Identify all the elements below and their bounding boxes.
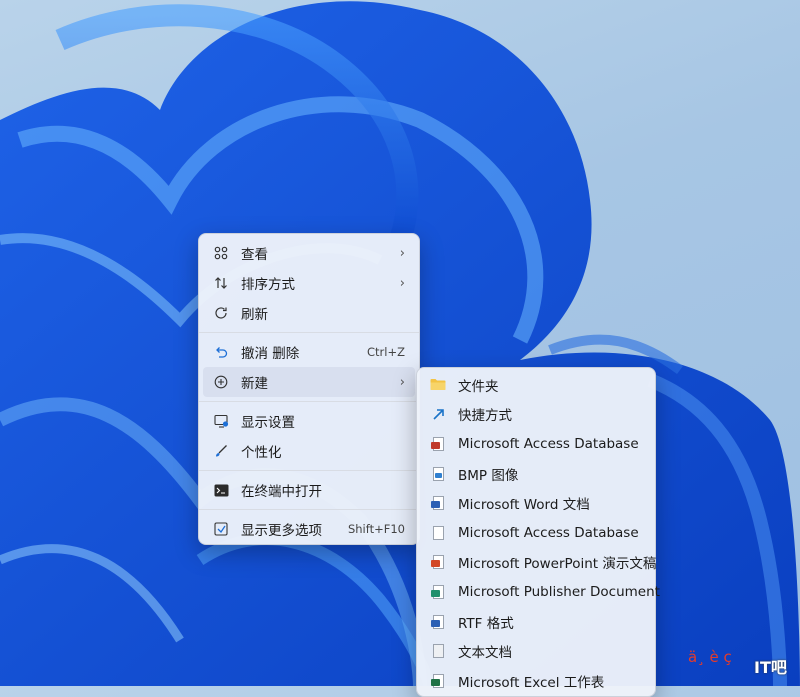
publisher-file-icon	[430, 584, 446, 600]
submenu-item-label: Microsoft Publisher Document	[458, 583, 660, 600]
submenu-item-label: Microsoft Access Database	[458, 435, 639, 452]
menu-item-view[interactable]: 查看 ›	[203, 238, 415, 268]
powerpoint-file-icon	[430, 554, 446, 570]
submenu-item-label: 文件夹	[458, 378, 499, 395]
desktop-context-menu: 查看 › 排序方式 › 刷新 撤消 删除 Ctrl+Z 新建 › 显示设置 个性…	[198, 233, 420, 545]
chevron-right-icon: ›	[399, 374, 405, 390]
submenu-item-word-document[interactable]: Microsoft Word 文档	[421, 488, 651, 518]
menu-separator	[199, 401, 419, 402]
submenu-item-label: Microsoft Word 文档	[458, 497, 590, 514]
menu-item-label: 刷新	[241, 307, 268, 323]
view-grid-icon	[212, 244, 230, 262]
menu-item-label: 在终端中打开	[241, 484, 322, 500]
menu-item-label: 排序方式	[241, 277, 295, 293]
menu-item-label: 查看	[241, 247, 268, 263]
menu-separator	[199, 470, 419, 471]
folder-icon	[430, 377, 446, 393]
submenu-item-access-database-2[interactable]: Microsoft Access Database	[421, 518, 651, 548]
menu-item-show-more-options[interactable]: 显示更多选项 Shift+F10	[203, 514, 415, 544]
submenu-item-label: Microsoft Access Database	[458, 524, 639, 541]
submenu-item-excel[interactable]: Microsoft Excel 工作表	[421, 666, 651, 696]
submenu-item-access-database[interactable]: Microsoft Access Database	[421, 429, 651, 459]
menu-item-open-in-terminal[interactable]: 在终端中打开	[203, 475, 415, 505]
rtf-file-icon	[430, 614, 446, 630]
new-submenu: 文件夹 快捷方式 Microsoft Access Database BMP 图…	[416, 367, 660, 697]
submenu-item-label: Microsoft Excel 工作表	[458, 674, 605, 691]
new-plus-icon	[212, 373, 230, 391]
blank-file-icon	[430, 525, 446, 541]
menu-separator	[199, 332, 419, 333]
more-options-icon	[212, 520, 230, 538]
submenu-item-text-document[interactable]: 文本文档	[421, 636, 651, 666]
chevron-right-icon: ›	[399, 275, 405, 291]
submenu-item-label: 文本文档	[458, 645, 512, 662]
submenu-item-label: Microsoft PowerPoint 演示文稿	[458, 556, 657, 573]
watermark-logo: IT吧	[754, 658, 787, 677]
text-file-icon	[430, 643, 446, 659]
menu-item-display-settings[interactable]: 显示设置	[203, 406, 415, 436]
menu-item-refresh[interactable]: 刷新	[203, 298, 415, 328]
shortcut-text: Shift+F10	[347, 522, 405, 536]
menu-item-label: 显示更多选项	[241, 523, 322, 539]
menu-item-undo-delete[interactable]: 撤消 删除 Ctrl+Z	[203, 337, 415, 367]
display-settings-icon	[212, 412, 230, 430]
menu-item-label: 显示设置	[241, 415, 295, 431]
submenu-item-powerpoint[interactable]: Microsoft PowerPoint 演示文稿	[421, 548, 656, 578]
chevron-right-icon: ›	[399, 245, 405, 261]
submenu-item-shortcut[interactable]: 快捷方式	[421, 400, 651, 430]
submenu-item-publisher[interactable]: Microsoft Publisher Document	[421, 577, 660, 607]
excel-file-icon	[430, 673, 446, 689]
menu-item-label: 个性化	[241, 445, 282, 461]
menu-item-sort-by[interactable]: 排序方式 ›	[203, 268, 415, 298]
menu-item-label: 撤消 删除	[241, 346, 300, 362]
menu-item-personalize[interactable]: 个性化	[203, 436, 415, 466]
paintbrush-icon	[212, 442, 230, 460]
terminal-icon	[212, 481, 230, 499]
submenu-item-folder[interactable]: 文件夹	[421, 370, 651, 400]
menu-item-new[interactable]: 新建 ›	[203, 367, 415, 397]
bmp-file-icon	[430, 466, 446, 482]
refresh-icon	[212, 304, 230, 322]
submenu-item-rtf[interactable]: RTF 格式	[421, 607, 651, 637]
access-file-icon	[430, 436, 446, 452]
submenu-item-label: BMP 图像	[458, 467, 519, 484]
submenu-item-label: RTF 格式	[458, 615, 514, 632]
shortcut-arrow-icon	[430, 406, 446, 422]
menu-separator	[199, 509, 419, 510]
word-file-icon	[430, 495, 446, 511]
shortcut-text: Ctrl+Z	[367, 345, 405, 359]
submenu-item-bmp-image[interactable]: BMP 图像	[421, 459, 651, 489]
undo-icon	[212, 343, 230, 361]
sort-arrows-icon	[212, 274, 230, 292]
submenu-item-label: 快捷方式	[458, 408, 512, 425]
menu-item-label: 新建	[241, 376, 268, 392]
watermark-text: ä¸ è ç	[688, 648, 732, 666]
